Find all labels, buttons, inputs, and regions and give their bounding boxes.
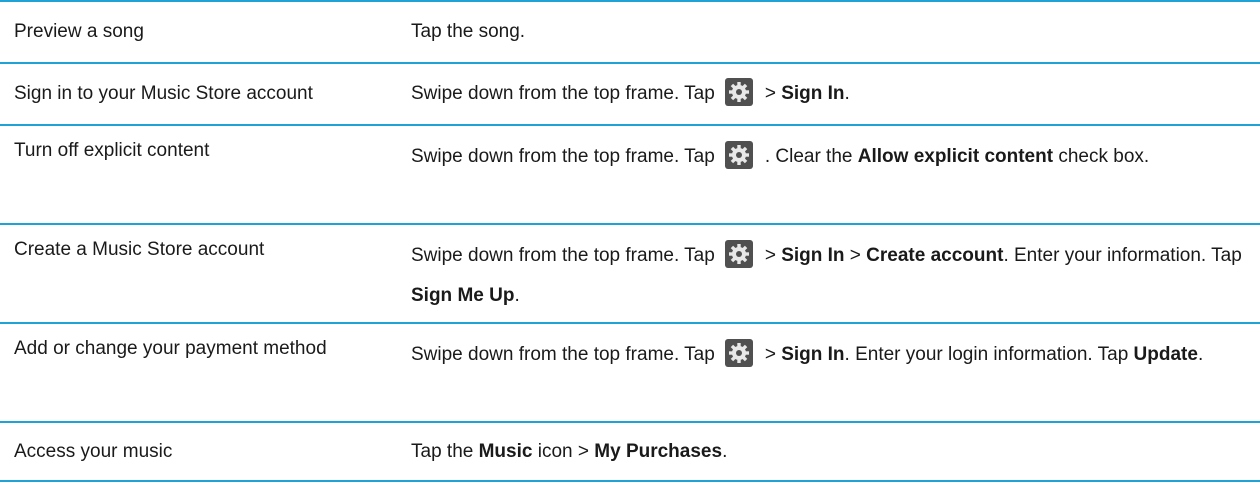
task-cell: Add or change your payment method [14,338,327,359]
action-text: Swipe down from the top frame. Tap [411,245,715,266]
action-text: > [764,83,782,104]
gear-icon [724,239,753,268]
task-cell: Access your music [14,441,173,462]
action-cell: Swipe down from the top frame. Tap > Sign… [411,335,1251,375]
action-text: . [844,83,850,104]
action-cell: Swipe down from the top frame. Tap > Sign… [411,74,1251,114]
task-cell: Sign in to your Music Store account [14,83,313,104]
action-text: > [764,245,782,266]
gear-icon [724,140,753,169]
action-text: check box. [1053,146,1150,167]
action-text: Swipe down from the top frame. Tap [411,83,715,104]
action-text: . [1197,344,1204,365]
table-row: Add or change your payment method Swipe … [0,322,1260,421]
ui-label: Allow explicit content [857,146,1054,167]
action-cell: Tap the song. [411,12,1251,52]
task-cell: Create a Music Store account [14,239,265,260]
action-cell: Swipe down from the top frame. Tap > Sign… [411,236,1251,316]
ui-label: Create account [866,245,1004,266]
action-cell: Swipe down from the top frame. Tap . Clea… [411,137,1251,177]
task-cell: Turn off explicit content [14,140,210,161]
table-row: Turn off explicit content Swipe down fro… [0,124,1260,223]
ui-label: Update [1133,344,1198,365]
music-store-table: Preview a song Tap the song. Sign in to … [0,0,1260,482]
action-text: icon > [532,441,595,462]
task-cell: Preview a song [14,21,144,42]
action-text: > [844,245,867,266]
gear-icon [724,77,753,106]
action-text: . [722,441,728,462]
action-text: Swipe down from the top frame. Tap [411,344,715,365]
action-text: Swipe down from the top frame. Tap [411,146,715,167]
table-row: Access your music Tap the Music icon > M… [0,421,1260,482]
ui-label: Sign Me Up [411,285,515,306]
action-text: Tap the song. [411,21,526,42]
ui-label: Sign In [781,83,845,104]
gear-icon [724,338,753,367]
table-row: Create a Music Store account Swipe down … [0,223,1260,322]
action-text: > [764,344,782,365]
table-row: Sign in to your Music Store account Swip… [0,62,1260,124]
action-text: Tap the [411,441,479,462]
ui-label: Sign In [781,344,845,365]
action-text: . [514,285,520,306]
table-row: Preview a song Tap the song. [0,0,1260,62]
action-text: . Enter your login information. Tap [844,344,1134,365]
ui-label: Sign In [781,245,845,266]
action-cell: Tap the Music icon > My Purchases. [411,432,1251,472]
ui-label: My Purchases [594,441,723,462]
ui-label: Music [478,441,533,462]
action-text: . Enter your information. Tap [1003,245,1242,266]
action-text: . Clear the [764,146,858,167]
